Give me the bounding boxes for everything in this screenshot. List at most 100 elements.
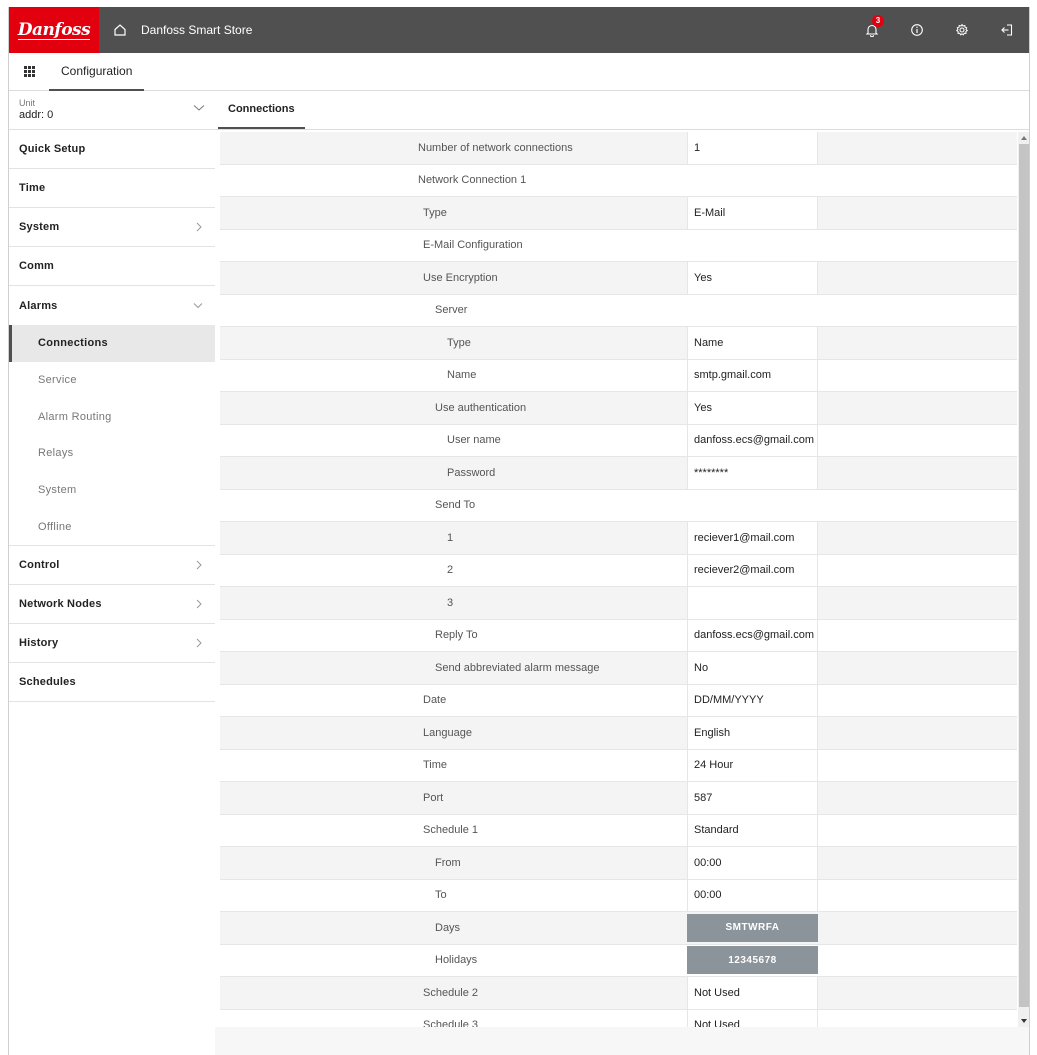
table-row[interactable]: Send abbreviated alarm message No xyxy=(220,652,1017,685)
table-row[interactable]: Schedule 2 Not Used xyxy=(220,977,1017,1010)
settings-button[interactable] xyxy=(939,7,984,53)
row-label: Type xyxy=(447,336,471,349)
sidebar-item-network-nodes[interactable]: Network Nodes xyxy=(9,585,215,625)
row-value[interactable]: danfoss.ecs@gmail.com xyxy=(687,424,818,456)
sidebar-item-alarms[interactable]: Alarms xyxy=(9,286,215,325)
table-row[interactable]: To 00:00 xyxy=(220,879,1017,912)
table-row[interactable]: 1 reciever1@mail.com xyxy=(220,522,1017,555)
row-value[interactable]: 587 xyxy=(687,782,818,814)
sidebar-item-time[interactable]: Time xyxy=(9,169,215,208)
row-value[interactable]: Yes xyxy=(687,392,818,424)
tab-configuration[interactable]: Configuration xyxy=(49,53,145,91)
scrollbar[interactable] xyxy=(1018,132,1029,1027)
sidebar-item-label: System xyxy=(19,221,60,233)
sidebar-subitem-service[interactable]: Service xyxy=(9,362,215,399)
table-row[interactable]: Holidays 12345678 xyxy=(220,944,1017,977)
row-value[interactable]: Not Used xyxy=(687,977,818,1009)
scroll-thumb[interactable] xyxy=(1019,144,1029,1007)
sidebar-subitem-relays[interactable]: Relays xyxy=(9,435,215,472)
row-value[interactable]: 24 Hour xyxy=(687,749,818,781)
tab-connections[interactable]: Connections xyxy=(218,91,305,129)
sidebar-item-schedules[interactable]: Schedules xyxy=(9,663,215,703)
unit-selector[interactable]: Unit addr: 0 xyxy=(9,92,215,130)
table-row[interactable]: Number of network connections 1 xyxy=(220,132,1017,165)
notifications-button[interactable]: 3 xyxy=(849,7,894,53)
row-value: SMTWRFA xyxy=(687,912,818,944)
row-value xyxy=(687,295,818,327)
row-value[interactable]: reciever2@mail.com xyxy=(687,554,818,586)
sidebar-subitem-connections[interactable]: Connections xyxy=(9,325,215,362)
table-row[interactable]: Port 587 xyxy=(220,782,1017,815)
chevron-right-icon xyxy=(196,560,202,570)
table-row[interactable]: Use authentication Yes xyxy=(220,392,1017,425)
table-row[interactable]: Use Encryption Yes xyxy=(220,262,1017,295)
row-value[interactable]: ******** xyxy=(687,457,818,489)
main-panel: Connections Number of network connection… xyxy=(215,91,1029,1055)
row-spacer xyxy=(818,685,1017,717)
sidebar-subitem-alarm-routing[interactable]: Alarm Routing xyxy=(9,398,215,435)
table-row[interactable]: Days SMTWRFA xyxy=(220,912,1017,945)
row-value[interactable]: Yes xyxy=(687,262,818,294)
row-value[interactable]: Name xyxy=(687,327,818,359)
row-value[interactable]: 00:00 xyxy=(687,879,818,911)
sidebar-item-history[interactable]: History xyxy=(9,624,215,664)
apps-grid-icon[interactable] xyxy=(9,53,49,91)
table-row[interactable]: From 00:00 xyxy=(220,847,1017,880)
row-value[interactable]: 1 xyxy=(687,132,818,164)
table-row[interactable]: Type Name xyxy=(220,327,1017,360)
sidebar-item-label: Schedules xyxy=(19,676,76,689)
row-spacer xyxy=(818,815,1017,847)
sidebar-item-system[interactable]: System xyxy=(9,208,215,247)
row-value[interactable]: E-Mail xyxy=(687,197,818,229)
row-spacer xyxy=(818,847,1017,879)
row-value[interactable]: danfoss.ecs@gmail.com xyxy=(687,619,818,651)
table-row[interactable]: Time 24 Hour xyxy=(220,749,1017,782)
table-row[interactable]: Name smtp.gmail.com xyxy=(220,359,1017,392)
row-label: Type xyxy=(423,206,447,219)
row-value[interactable]: Standard xyxy=(687,814,818,846)
sidebar-item-quick-setup[interactable]: Quick Setup xyxy=(9,130,215,169)
table-row[interactable]: 2 reciever2@mail.com xyxy=(220,554,1017,587)
row-value[interactable]: DD/MM/YYYY xyxy=(687,684,818,716)
table-row[interactable]: Language English xyxy=(220,717,1017,750)
row-spacer xyxy=(818,132,1017,164)
sidebar-item-control[interactable]: Control xyxy=(9,546,215,586)
info-icon xyxy=(910,24,923,36)
chevron-right-icon xyxy=(196,638,202,648)
row-value[interactable]: 00:00 xyxy=(687,847,818,879)
danfoss-logo[interactable]: Danfoss xyxy=(9,7,99,53)
logout-button[interactable] xyxy=(984,7,1029,53)
row-label: Server xyxy=(435,304,468,317)
row-value[interactable]: English xyxy=(687,717,818,749)
info-button[interactable] xyxy=(894,7,939,53)
app-title: Danfoss Smart Store xyxy=(141,23,253,37)
row-label: Language xyxy=(423,726,472,739)
table-row[interactable]: Reply To danfoss.ecs@gmail.com xyxy=(220,619,1017,652)
table-row: Network Connection 1 xyxy=(220,164,1017,197)
row-value[interactable]: reciever1@mail.com xyxy=(687,522,818,554)
holidays-button[interactable]: 12345678 xyxy=(687,946,818,975)
table-row[interactable]: User name danfoss.ecs@gmail.com xyxy=(220,424,1017,457)
sidebar-subitem-system[interactable]: System xyxy=(9,472,215,509)
sidebar-subitem-offline[interactable]: Offline xyxy=(9,508,215,545)
days-button[interactable]: SMTWRFA xyxy=(687,913,818,942)
scroll-up-icon[interactable] xyxy=(1018,133,1029,143)
sidebar-item-comm[interactable]: Comm xyxy=(9,247,215,286)
settings-table: Number of network connections 1 Network … xyxy=(220,132,1017,1042)
row-value[interactable] xyxy=(687,587,818,619)
row-value[interactable]: smtp.gmail.com xyxy=(687,359,818,391)
home-icon[interactable] xyxy=(99,7,141,53)
table-row[interactable]: Date DD/MM/YYYY xyxy=(220,684,1017,717)
row-value[interactable]: No xyxy=(687,652,818,684)
table-row[interactable]: 3 xyxy=(220,587,1017,620)
table-row[interactable]: Password ******** xyxy=(220,457,1017,490)
sidebar-subitem-label: System xyxy=(38,484,77,497)
row-spacer xyxy=(818,880,1017,912)
row-label: Send abbreviated alarm message xyxy=(435,661,600,674)
scroll-down-icon[interactable] xyxy=(1018,1016,1029,1026)
row-spacer xyxy=(818,620,1017,652)
table-row[interactable]: Schedule 1 Standard xyxy=(220,814,1017,847)
notification-badge: 3 xyxy=(872,15,884,27)
row-spacer xyxy=(818,912,1017,944)
table-row[interactable]: Type E-Mail xyxy=(220,197,1017,230)
